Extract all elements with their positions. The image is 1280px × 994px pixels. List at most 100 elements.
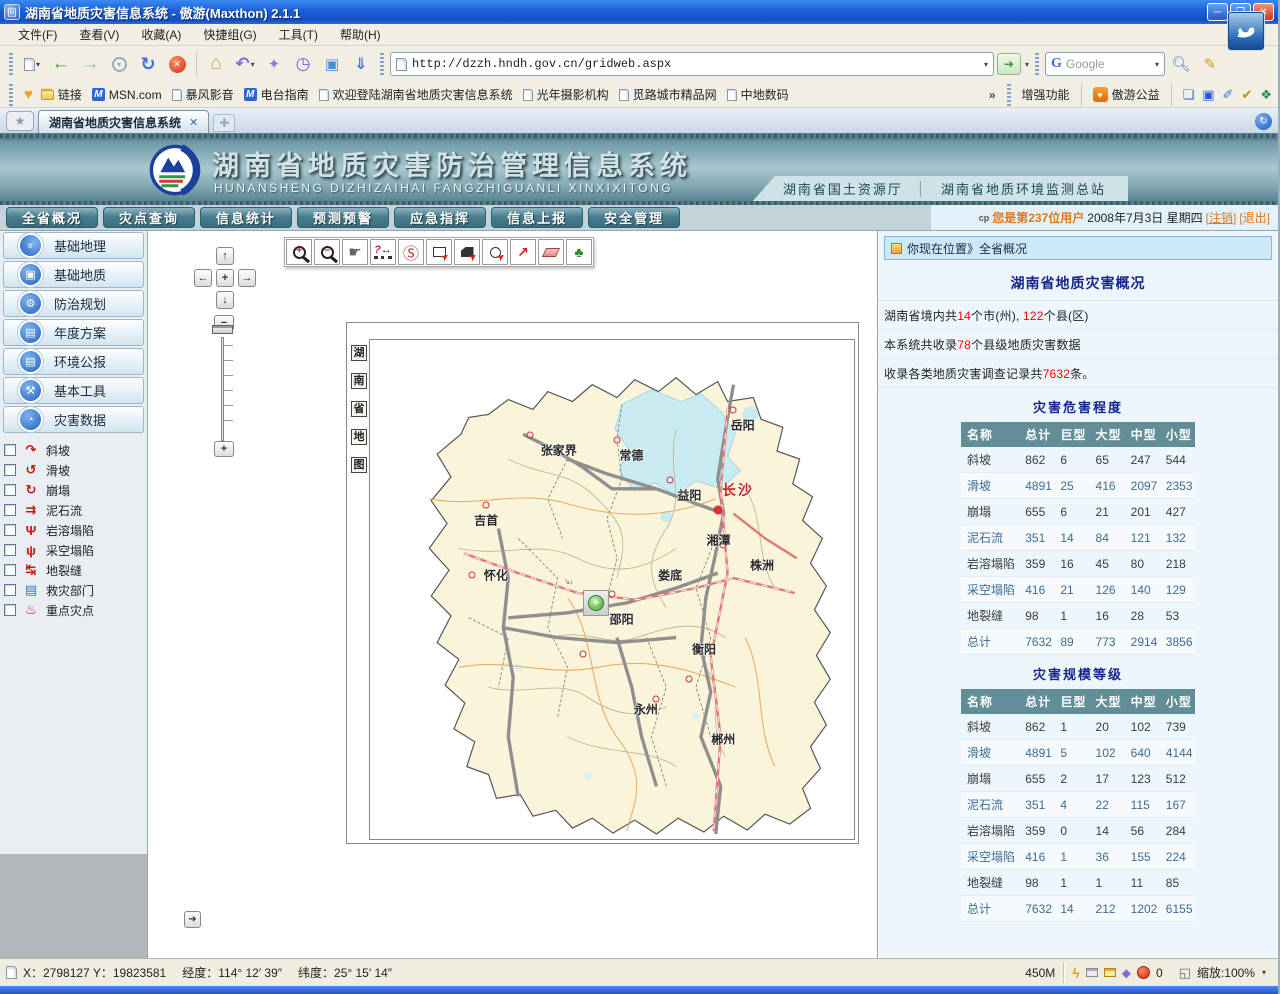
menu-item-5[interactable]: 工具(T)	[269, 24, 328, 45]
link-item-5[interactable]: 欢迎登陆湖南省地质灾害信息系统	[319, 86, 513, 103]
menu-item-1[interactable]: 文件(F)	[8, 24, 67, 45]
layer-checkbox[interactable]	[4, 524, 16, 536]
circle-select-tool-button[interactable]: ➤	[482, 239, 508, 265]
proxy-icon[interactable]	[1086, 968, 1098, 977]
tab-close-icon[interactable]: ✕	[189, 116, 198, 129]
contacts-icon[interactable]: ❏	[1183, 87, 1195, 103]
link-item-3[interactable]: 暴风影音	[172, 86, 234, 103]
link-item-2[interactable]: MMSN.com	[92, 88, 162, 102]
map-canvas[interactable]: 张家界常德岳阳益阳长沙吉首湘潭株洲怀化娄底邵阳衡阳永州郴州 ↘↓ +	[369, 339, 855, 840]
link-item-4[interactable]: M电台指南	[244, 86, 309, 103]
pan-center-button[interactable]: +	[216, 269, 234, 287]
resize-icon[interactable]: ◱	[1179, 965, 1191, 981]
search-button[interactable]: 🔍︎	[1168, 51, 1194, 77]
zoom-dropdown-icon[interactable]: ▾	[1262, 968, 1266, 977]
pan-left-button[interactable]: ←	[194, 269, 212, 287]
nav-tab-5[interactable]: 应急指挥	[394, 207, 486, 228]
pan-tool-button[interactable]: ☛	[342, 239, 368, 265]
paintbrush-icon[interactable]: ✔	[1241, 87, 1252, 103]
popup-blocker-icon[interactable]	[1104, 968, 1116, 977]
window-panel-icon[interactable]: ▣	[1202, 87, 1214, 103]
back-button[interactable]: ←	[48, 51, 74, 77]
nav-tab-2[interactable]: 灾点查询	[103, 207, 195, 228]
eraser-tool-button[interactable]	[538, 239, 564, 265]
home-button[interactable]: ⌂	[203, 51, 229, 77]
search-box[interactable]: G Google ▾	[1045, 52, 1165, 76]
address-url[interactable]: http://dzzh.hndh.gov.cn/gridweb.aspx	[412, 57, 978, 71]
zoom-in-tool-button[interactable]: +	[286, 239, 312, 265]
link-geo-env-monitor-station[interactable]: 湖南省地质环境监测总站	[941, 179, 1106, 198]
scale-tool-button[interactable]: Ⓢ	[398, 239, 424, 265]
layer-checkbox[interactable]	[4, 484, 16, 496]
zoom-out-tool-button[interactable]: −	[314, 239, 340, 265]
notes-icon[interactable]: ✐	[1223, 87, 1234, 103]
history-dropdown-button[interactable]: ▾	[106, 51, 132, 77]
search-placeholder[interactable]: Google	[1066, 57, 1150, 71]
refresh-button[interactable]: ↻	[135, 51, 161, 77]
sidebar-item-7[interactable]: ◔灾害数据	[3, 406, 144, 433]
zoom-level[interactable]: 缩放:100%	[1197, 964, 1255, 981]
sidebar-item-1[interactable]: »基础地理	[3, 232, 144, 259]
filter-icon[interactable]: ◆	[1122, 966, 1131, 980]
boost-icon[interactable]: ϟ	[1072, 965, 1079, 981]
pan-right-button[interactable]: →	[238, 269, 256, 287]
sidebar-item-3[interactable]: ⚙防治规划	[3, 290, 144, 317]
enhance-features-button[interactable]: 增强功能	[1022, 86, 1070, 103]
cube-icon[interactable]: ❖	[1260, 87, 1272, 103]
stop-button[interactable]: ✕	[164, 51, 190, 77]
blocked-count-icon[interactable]	[1137, 966, 1150, 979]
nav-tab-7[interactable]: 安全管理	[588, 207, 680, 228]
nav-tab-1[interactable]: 全省概况	[6, 207, 98, 228]
full-extent-tool-button[interactable]: ♣	[566, 239, 592, 265]
layer-checkbox[interactable]	[4, 604, 16, 616]
locate-button[interactable]: +	[583, 590, 609, 616]
rect-select-tool-button[interactable]: ➤	[426, 239, 452, 265]
sidebar-item-6[interactable]: ⚒基本工具	[3, 377, 144, 404]
menu-item-4[interactable]: 快捷组(G)	[193, 24, 266, 45]
go-dropdown-icon[interactable]: ▾	[1025, 60, 1029, 69]
menu-item-3[interactable]: 收藏(A)	[131, 24, 191, 45]
favorites-star-button[interactable]: ★	[6, 111, 34, 131]
sidebar-item-5[interactable]: ▤环境公报	[3, 348, 144, 375]
link-item-8[interactable]: 中地数码	[727, 86, 789, 103]
layer-checkbox[interactable]	[4, 584, 16, 596]
layer-checkbox[interactable]	[4, 464, 16, 476]
undo-button[interactable]: ↶▾	[232, 51, 258, 77]
link-item-7[interactable]: 觅路城市精品网	[619, 86, 717, 103]
history-button[interactable]: ◷	[290, 51, 316, 77]
measure-tool-button[interactable]: ?↔	[370, 239, 396, 265]
link-land-resources-dept[interactable]: 湖南省国土资源厅	[783, 179, 903, 198]
link-item-6[interactable]: 光年摄影机构	[523, 86, 609, 103]
layer-checkbox[interactable]	[4, 564, 16, 576]
pan-down-button[interactable]: ↓	[216, 291, 234, 309]
layer-checkbox[interactable]	[4, 504, 16, 516]
go-button[interactable]: ➜	[997, 53, 1021, 75]
address-bar[interactable]: http://dzzh.hndh.gov.cn/gridweb.aspx ▾	[390, 52, 994, 76]
sidebar-item-4[interactable]: ▤年度方案	[3, 319, 144, 346]
tab-list-button[interactable]: ↻	[1255, 113, 1272, 130]
zoom-slider-track[interactable]	[221, 337, 224, 441]
new-tab-button[interactable]: ✚	[213, 114, 235, 132]
layer-checkbox[interactable]	[4, 544, 16, 556]
map-page-next-button[interactable]: ➜	[184, 911, 201, 928]
draw-point-tool-button[interactable]: ↗	[510, 239, 536, 265]
layer-checkbox[interactable]	[4, 444, 16, 456]
forward-button[interactable]: →	[77, 51, 103, 77]
exit-link[interactable]: [退出]	[1239, 209, 1270, 226]
window-manager-button[interactable]: ▣	[319, 51, 345, 77]
minimize-button[interactable]: ─	[1207, 3, 1228, 21]
links-overflow-button[interactable]: »	[989, 88, 996, 102]
menu-item-6[interactable]: 帮助(H)	[330, 24, 391, 45]
link-item-1[interactable]: 链接	[41, 86, 82, 103]
sidebar-item-2[interactable]: ▣基础地质	[3, 261, 144, 288]
nav-tab-6[interactable]: 信息上报	[491, 207, 583, 228]
highlight-button[interactable]: ✎	[1197, 51, 1223, 77]
polygon-select-tool-button[interactable]: ➤	[454, 239, 480, 265]
menu-item-2[interactable]: 查看(V)	[69, 24, 129, 45]
nav-tab-3[interactable]: 信息统计	[200, 207, 292, 228]
magic-fill-button[interactable]: ✦	[261, 51, 287, 77]
new-page-button[interactable]: ▾	[19, 51, 45, 77]
pan-up-button[interactable]: ↑	[216, 247, 234, 265]
download-button[interactable]: ⇓	[348, 51, 374, 77]
zoom-in-slider-button[interactable]: +	[214, 441, 234, 457]
